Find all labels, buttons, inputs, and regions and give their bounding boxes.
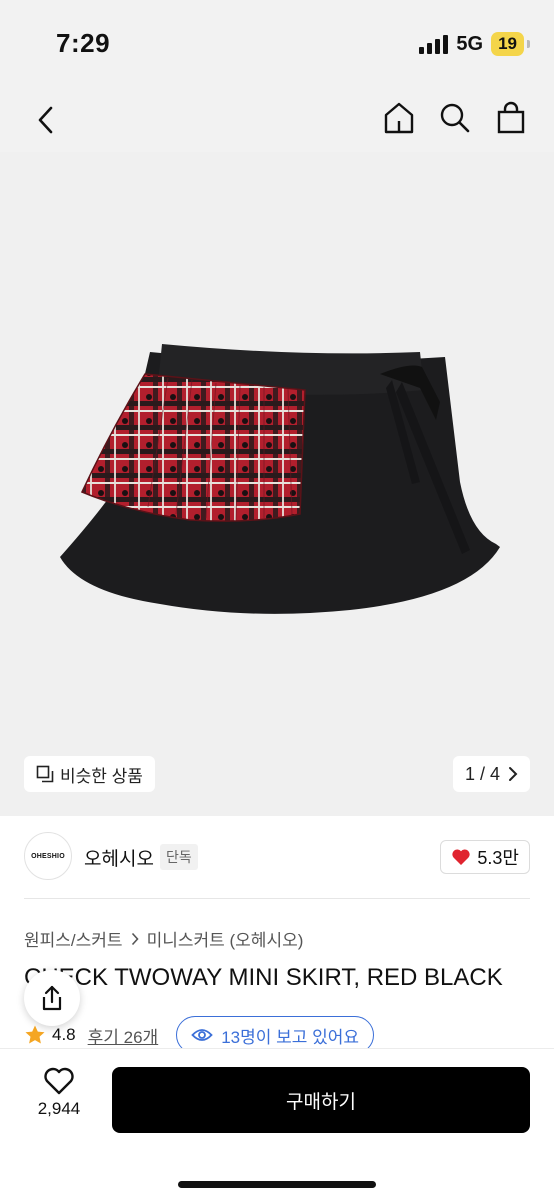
bottom-action-bar: 2,944 구매하기: [0, 1048, 554, 1200]
brand-logo[interactable]: OHESHIO: [24, 832, 72, 880]
share-icon: [42, 985, 62, 1011]
brand-like-button[interactable]: 5.3만: [440, 840, 530, 874]
image-counter-label: 1 / 4: [464, 763, 500, 784]
back-button[interactable]: [26, 98, 66, 142]
breadcrumb-category[interactable]: 원피스/스커트: [24, 926, 123, 951]
divider: [24, 898, 530, 899]
review-link[interactable]: 후기 26개: [88, 1023, 159, 1048]
product-detail-screen: 7:29 5G 19 비슷한 상품 1 / 4 OHESHIO 오헤시오 단독 …: [0, 0, 554, 1200]
chevron-right-icon: [131, 932, 139, 945]
brand-like-count: 5.3만: [477, 848, 519, 868]
status-time: 7:29: [56, 28, 111, 58]
wishlist-count: 2,944: [37, 1099, 81, 1118]
status-indicators: 5G 19: [419, 32, 530, 56]
breadcrumb-subcategory[interactable]: 미니스커트 (오헤시오): [147, 926, 304, 951]
back-icon: [38, 106, 53, 134]
home-indicator: [178, 1181, 376, 1188]
copy-icon: [36, 765, 54, 783]
eye-icon: [191, 1029, 213, 1041]
home-icon: [384, 102, 414, 134]
product-photo: [60, 344, 500, 614]
exclusive-badge: 단독: [160, 844, 198, 870]
product-image-gallery[interactable]: 비슷한 상품 1 / 4: [0, 152, 554, 816]
shopping-bag-icon: [497, 101, 525, 134]
heart-outline-icon: [44, 1067, 74, 1095]
brand-name[interactable]: 오헤시오: [84, 844, 154, 871]
similar-products-button[interactable]: 비슷한 상품: [24, 756, 155, 792]
network-label: 5G: [456, 32, 484, 55]
battery-icon: 19: [491, 32, 530, 56]
heart-filled-icon: [452, 849, 471, 865]
search-button[interactable]: [438, 96, 472, 140]
similar-products-label: 비슷한 상품: [60, 766, 143, 786]
star-icon: [25, 1025, 45, 1044]
nav-bar: [0, 88, 554, 152]
wishlist-button[interactable]: 2,944: [26, 1067, 92, 1119]
home-button[interactable]: [382, 96, 416, 140]
search-icon: [440, 103, 470, 133]
image-counter[interactable]: 1 / 4: [452, 756, 530, 792]
chevron-right-icon: [509, 767, 518, 781]
rating-value: 4.8: [52, 1025, 76, 1044]
signal-icon: [419, 34, 449, 54]
nav-actions: [382, 96, 528, 140]
brand-row: OHESHIO 오헤시오 단독 5.3만: [0, 828, 554, 888]
product-title: CHECK TWOWAY MINI SKIRT, RED BLACK: [24, 964, 503, 991]
share-button[interactable]: [24, 970, 80, 1026]
cart-button[interactable]: [494, 96, 528, 140]
status-bar: 7:29 5G 19: [0, 0, 554, 88]
breadcrumb: 원피스/스커트 미니스커트 (오헤시오): [24, 926, 303, 951]
viewers-text: 13명이 보고 있어요: [221, 1027, 360, 1047]
buy-button[interactable]: 구매하기: [112, 1067, 530, 1133]
